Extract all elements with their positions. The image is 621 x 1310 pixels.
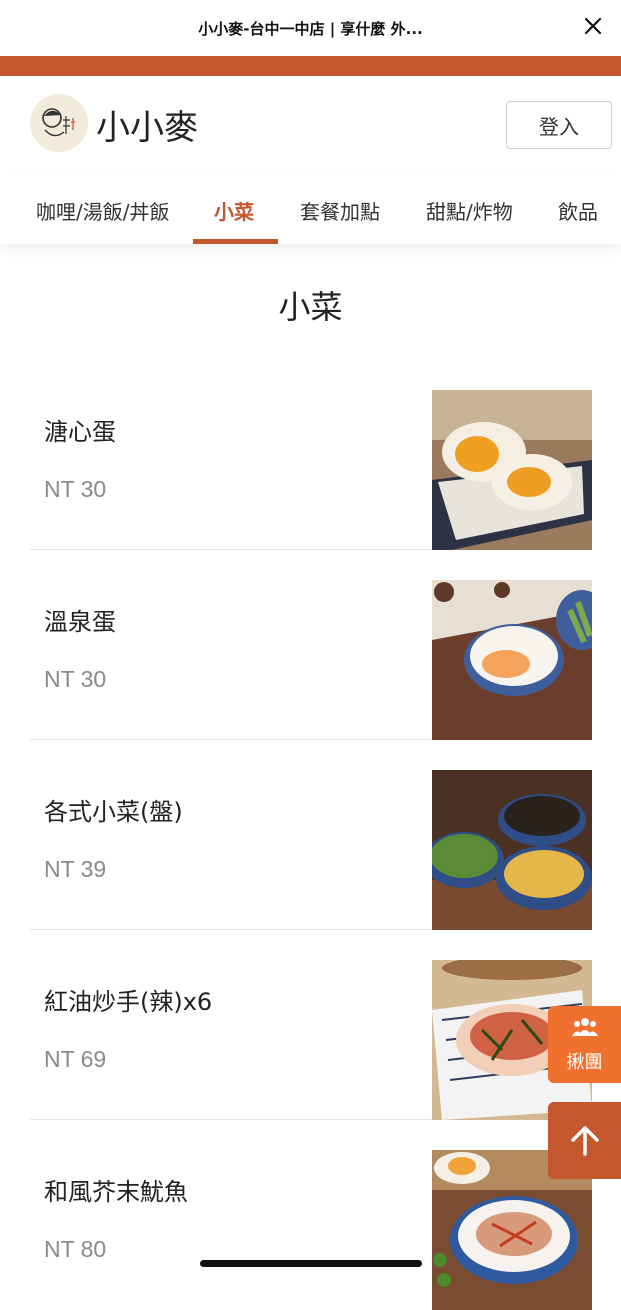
item-name: 溏心蛋 [44, 418, 116, 446]
category-tabs: 咖哩/湯飯/丼飯 小菜 套餐加點 甜點/炸物 飲品 [0, 176, 621, 244]
section-title: 小菜 [278, 288, 343, 326]
scroll-to-top-button[interactable] [548, 1102, 621, 1179]
menu-item[interactable]: 溫泉蛋 NT 30 [30, 580, 592, 740]
item-price: NT 39 [44, 856, 107, 882]
item-name: 溫泉蛋 [44, 608, 116, 636]
item-photo[interactable] [432, 770, 592, 930]
item-name: 各式小菜(盤) [44, 798, 183, 826]
active-tab-indicator [193, 239, 278, 244]
item-name: 和風芥末魷魚 [44, 1178, 188, 1206]
group-order-label: 揪團 [566, 1052, 603, 1073]
store-header: 小小麥 登入 [0, 76, 621, 176]
store-name: 小小麥 [96, 108, 198, 148]
tab-drinks[interactable]: 飲品 [558, 196, 598, 225]
menu-item[interactable]: 和風芥末魷魚 NT 80 [30, 1150, 592, 1310]
item-price: NT 30 [44, 666, 107, 692]
people-icon [572, 1016, 598, 1042]
tab-side-dishes[interactable]: 小菜 [214, 196, 254, 225]
tab-curry-rice[interactable]: 咖哩/湯飯/丼飯 [36, 196, 169, 225]
store-logo [30, 94, 88, 152]
menu-item[interactable]: 紅油炒手(辣)x6 NT 69 [30, 960, 592, 1120]
item-price: NT 69 [44, 1046, 107, 1072]
item-price: NT 80 [44, 1236, 107, 1262]
login-button[interactable]: 登入 [506, 101, 612, 149]
tab-desserts-fried[interactable]: 甜點/炸物 [426, 196, 513, 225]
brand-strip [0, 56, 621, 76]
menu-item[interactable]: 各式小菜(盤) NT 39 [30, 770, 592, 930]
item-price: NT 30 [44, 476, 107, 502]
arrow-up-icon [569, 1124, 601, 1160]
item-name: 紅油炒手(辣)x6 [44, 988, 213, 1016]
group-order-button[interactable]: 揪團 [548, 1006, 621, 1083]
home-indicator [200, 1260, 422, 1267]
browser-top-bar: 小小麥-台中一中店 | 享什麼 外... [0, 0, 621, 56]
menu-item[interactable]: 溏心蛋 NT 30 [30, 390, 592, 550]
item-photo[interactable] [432, 390, 592, 550]
page-title: 小小麥-台中一中店 | 享什麼 外... [198, 20, 423, 38]
close-icon[interactable] [581, 14, 605, 38]
tab-set-addons[interactable]: 套餐加點 [300, 196, 380, 225]
item-photo[interactable] [432, 580, 592, 740]
